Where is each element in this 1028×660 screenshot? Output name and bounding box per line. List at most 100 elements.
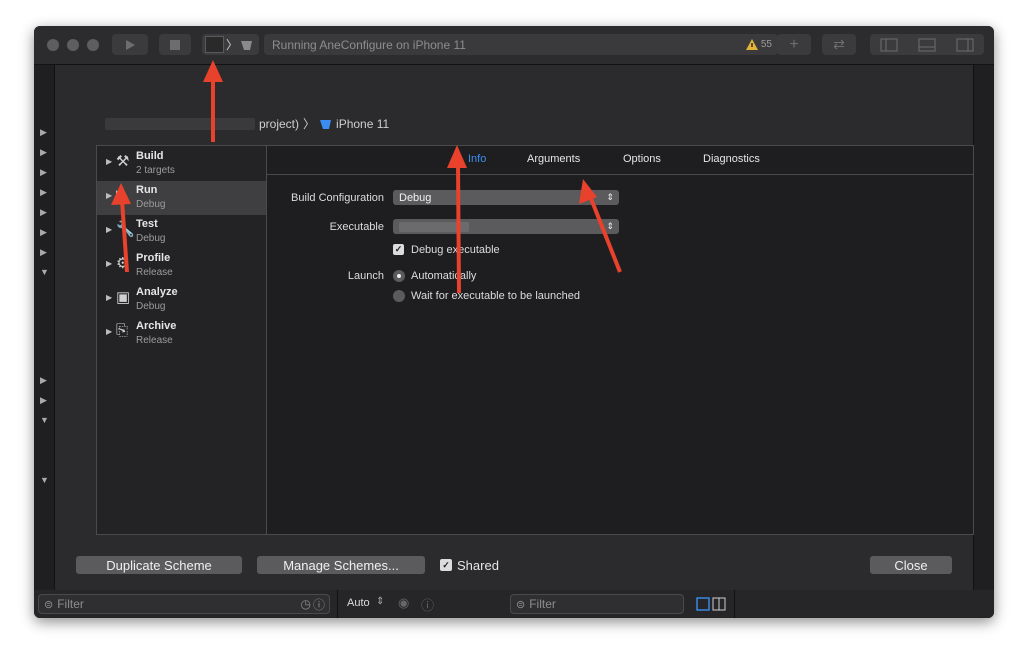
action-archive[interactable]: ▶ ⎘ Archive Release [97, 317, 266, 351]
run-button[interactable] [112, 34, 148, 55]
inspector-toggle-icon[interactable] [956, 38, 974, 52]
disclosure-triangle-icon[interactable]: ▶ [106, 225, 112, 234]
build-configuration-label: Build Configuration [291, 192, 384, 204]
xcode-window: 〉 Running AneConfigure on iPhone 11 55 +… [34, 26, 994, 618]
disclosure-triangle-icon[interactable]: ▶ [106, 157, 112, 166]
instruments-icon: ⚙ [116, 255, 130, 272]
filter-icon: ⊜ [44, 598, 54, 611]
scheme-action-list: ▶ ⚒ Build 2 targets ▶ ▶ Run Debug ▶ 🔧 Te… [97, 146, 267, 534]
updown-chevron-icon: ⇕ [606, 192, 614, 202]
disclosure-triangle-icon[interactable]: ▶ [106, 293, 112, 302]
launch-wait-radio[interactable] [393, 290, 405, 302]
stop-icon [170, 39, 180, 50]
debug-executable-label: Debug executable [411, 244, 500, 256]
radio-dot [397, 274, 401, 278]
navigator-filter-field[interactable]: ⊜ Filter ◷ ⓘ [38, 594, 330, 614]
breadcrumb-device[interactable]: iPhone 11 [336, 117, 389, 131]
redacted-scheme-name [105, 117, 255, 130]
plus-icon: + [789, 35, 799, 53]
navigator-disclosure-triangle[interactable]: ▶ [40, 395, 47, 406]
split-view-toggle-icon[interactable] [696, 597, 726, 611]
navigator-disclosure-triangle[interactable]: ▶ [40, 167, 47, 178]
action-subtitle: Debug [136, 233, 166, 244]
bottom-bar: ⊜ Filter ◷ ⓘ Auto ⇕ ◉ ⓘ ⊜ Filter [34, 590, 994, 618]
launch-wait-label: Wait for executable to be launched [411, 290, 580, 302]
action-build[interactable]: ▶ ⚒ Build 2 targets [97, 147, 266, 181]
shared-label: Shared [457, 558, 499, 573]
status-text: Running AneConfigure on iPhone 11 [272, 37, 466, 52]
action-subtitle: 2 targets [136, 165, 175, 176]
action-name: Profile [136, 252, 171, 264]
archive-icon: ⎘ [116, 322, 129, 339]
launch-automatically-radio[interactable] [393, 270, 405, 282]
launch-label: Launch [347, 270, 384, 282]
navigator-disclosure-triangle[interactable]: ▶ [40, 187, 47, 198]
minimize-window-button[interactable] [67, 39, 79, 51]
iphone-device-icon [320, 120, 332, 129]
close-window-button[interactable] [47, 39, 59, 51]
scheme-editor-sheet: project) 〉 iPhone 11 ▶ ⚒ Build 2 targets… [54, 64, 974, 598]
warning-icon[interactable] [745, 39, 758, 50]
tab-options[interactable]: Options [623, 153, 661, 165]
play-icon [126, 39, 135, 50]
divider [337, 590, 338, 618]
scheme-editor-panel: ▶ ⚒ Build 2 targets ▶ ▶ Run Debug ▶ 🔧 Te… [96, 145, 974, 535]
hammer-icon: ⚒ [116, 153, 130, 170]
close-button[interactable]: Close [870, 556, 952, 574]
redacted-executable [399, 221, 469, 232]
duplicate-scheme-button[interactable]: Duplicate Scheme [76, 556, 242, 574]
scheme-selector[interactable]: 〉 [202, 34, 259, 55]
navigator-disclosure-triangle[interactable]: ▶ [40, 247, 47, 258]
recent-files-icon[interactable]: ◷ [301, 597, 311, 611]
navigator-disclosure-triangle[interactable]: ▶ [40, 375, 47, 386]
action-name: Archive [136, 320, 177, 332]
tab-arguments[interactable]: Arguments [527, 153, 580, 165]
navigator-disclosure-triangle[interactable]: ▶ [40, 127, 47, 138]
navigator-disclosure-triangle[interactable]: ▶ [40, 207, 47, 218]
updown-chevron-icon: ⇕ [606, 221, 614, 231]
navigator-disclosure-triangle[interactable]: ▼ [40, 415, 49, 425]
navigator-toggle-icon[interactable] [880, 38, 898, 52]
executable-popup[interactable]: ⇕ [393, 219, 619, 234]
console-filter-field[interactable]: ⊜ Filter [510, 594, 684, 614]
breadcrumb-project[interactable]: project) [259, 117, 299, 131]
issues-filter-icon[interactable]: ⓘ [313, 596, 325, 613]
navigator-disclosure-triangle[interactable]: ▼ [40, 267, 49, 277]
library-button[interactable]: + [777, 34, 811, 55]
divider [734, 590, 735, 618]
action-subtitle: Release [136, 267, 173, 278]
toolbar: 〉 Running AneConfigure on iPhone 11 55 +… [34, 26, 994, 65]
stop-button[interactable] [159, 34, 191, 55]
disclosure-triangle-icon[interactable]: ▶ [106, 259, 112, 268]
debug-executable-checkbox[interactable]: ✓ [393, 244, 404, 255]
action-subtitle: Debug [136, 301, 166, 312]
disclosure-triangle-icon[interactable]: ▶ [106, 327, 112, 336]
breadcrumb: project) 〉 iPhone 11 [105, 115, 389, 132]
panel-toggles [870, 34, 984, 55]
tab-info[interactable]: Info [468, 153, 486, 165]
shared-checkbox[interactable]: ✓ [440, 559, 452, 571]
disclosure-triangle-icon[interactable]: ▶ [106, 191, 112, 200]
filter-placeholder: Filter [529, 597, 556, 611]
action-analyze[interactable]: ▶ ▣ Analyze Debug [97, 283, 266, 317]
manage-schemes-button[interactable]: Manage Schemes... [257, 556, 425, 574]
scheme-app-icon [205, 36, 224, 53]
tab-bar: Info Arguments Options Diagnostics [267, 146, 973, 175]
build-configuration-popup[interactable]: Debug ⇕ [393, 190, 619, 205]
tab-diagnostics[interactable]: Diagnostics [703, 153, 760, 165]
auto-variables-selector[interactable]: Auto [347, 597, 370, 609]
action-name: Build [136, 150, 164, 162]
debug-area-toggle-icon[interactable] [918, 38, 936, 52]
navigator-disclosure-triangle[interactable]: ▶ [40, 227, 47, 238]
navigator-disclosure-triangle[interactable]: ▼ [40, 475, 49, 485]
code-review-button[interactable]: ⇄ [822, 34, 856, 55]
action-name: Run [136, 184, 158, 196]
warning-count: 55 [760, 39, 772, 50]
navigator-disclosure-triangle[interactable]: ▶ [40, 147, 47, 158]
info-icon[interactable]: ⓘ [421, 595, 434, 614]
swap-arrows-icon: ⇄ [833, 36, 845, 52]
zoom-window-button[interactable] [87, 39, 99, 51]
action-name: Analyze [136, 286, 178, 298]
build-configuration-value: Debug [399, 191, 432, 204]
eye-icon[interactable]: ◉ [398, 595, 409, 611]
